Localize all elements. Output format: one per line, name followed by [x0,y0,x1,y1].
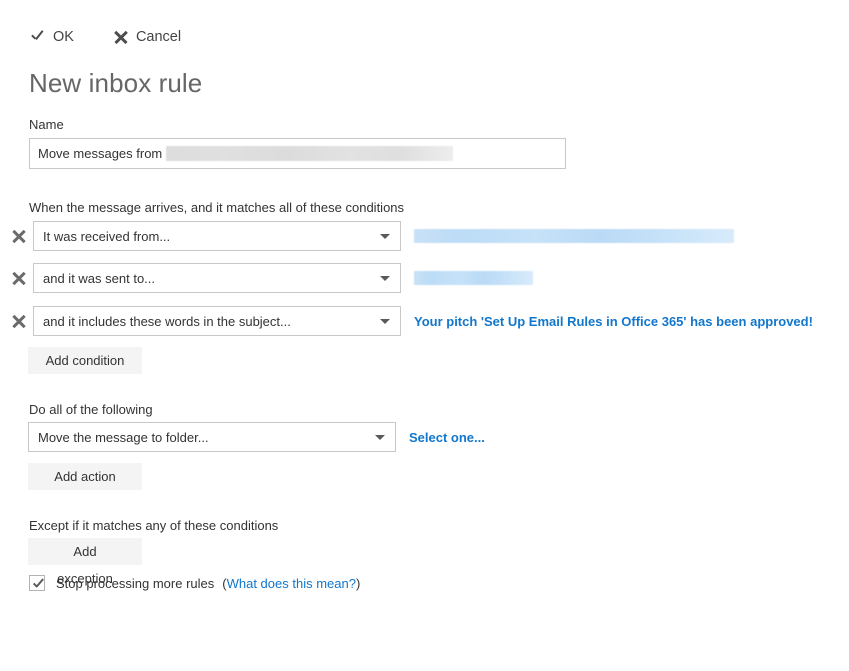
page-title: New inbox rule [29,68,203,98]
condition-row: and it was sent to... [9,263,533,293]
redacted-name-block [165,146,453,161]
action-select-1-label: Move the message to folder... [38,429,209,445]
exceptions-heading: Except if it matches any of these condit… [29,518,279,533]
what-does-this-mean-link[interactable]: What does this mean? [227,576,356,591]
add-exception-button[interactable]: Add exception [28,538,142,586]
close-icon[interactable] [9,226,29,246]
action-row: Move the message to folder... Select one… [28,422,485,452]
condition-row: It was received from... [9,221,734,251]
condition-select-1-label: It was received from... [43,228,171,244]
condition-select-2[interactable]: and it was sent to... [33,263,401,293]
conditions-heading: When the message arrives, and it matches… [29,200,405,215]
close-icon [114,31,128,45]
name-label: Name [29,117,64,132]
add-condition-button[interactable]: Add condition [28,347,142,374]
ok-button[interactable]: OK [28,28,76,47]
ok-button-label: OK [53,29,74,46]
stop-processing-label: Stop processing more rules [56,575,215,591]
action-select-1[interactable]: Move the message to folder... [28,422,396,452]
add-action-button[interactable]: Add action [28,463,142,490]
close-icon[interactable] [9,311,29,331]
close-paren: ) [355,575,361,591]
chevron-down-icon [380,233,390,239]
condition-select-2-label: and it was sent to... [43,270,156,286]
condition-row: and it includes these words in the subje… [9,306,813,336]
cancel-button-label: Cancel [135,29,182,46]
condition-value-2[interactable] [414,263,533,293]
actions-heading: Do all of the following [29,402,153,417]
chevron-down-icon [375,434,385,440]
action-value-1-text[interactable]: Select one... [409,430,485,445]
close-icon[interactable] [9,268,29,288]
cancel-button[interactable]: Cancel [112,28,183,47]
command-bar: OK Cancel [28,28,183,47]
rule-name-value: Move messages from [38,146,166,161]
stop-processing-row: Stop processing more rules (What does th… [29,575,360,591]
stop-processing-checkbox[interactable] [29,575,45,591]
chevron-down-icon [380,318,390,324]
condition-value-1[interactable] [414,221,734,251]
condition-select-3-label: and it includes these words in the subje… [43,313,291,329]
redacted-value-block [414,229,734,243]
rule-name-input[interactable]: Move messages from [29,138,566,169]
redacted-value-block [414,271,533,285]
chevron-down-icon [380,275,390,281]
check-icon [30,30,45,45]
help-link-wrapper: (What does this mean?) [222,576,360,591]
condition-value-3[interactable]: Your pitch 'Set Up Email Rules in Office… [414,306,813,336]
condition-select-1[interactable]: It was received from... [33,221,401,251]
condition-select-3[interactable]: and it includes these words in the subje… [33,306,401,336]
action-value-1[interactable]: Select one... [409,422,485,452]
condition-value-3-text[interactable]: Your pitch 'Set Up Email Rules in Office… [414,314,813,329]
